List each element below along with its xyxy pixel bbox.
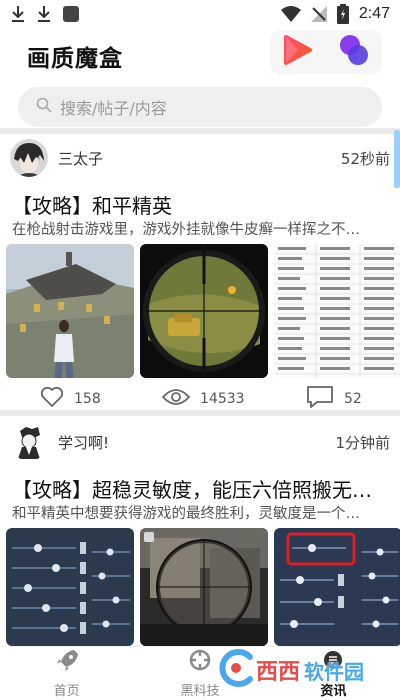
post-card[interactable]: 学习啊! 1分钟前 【攻略】超稳灵敏度，能压六倍照搬无… 和平精英中想要获得游戏… [0,422,400,646]
post-time: 52秒前 [340,149,390,168]
post-image[interactable] [274,244,400,378]
circles-app-icon[interactable] [336,32,372,72]
site-watermark: 西西 软件园 [216,649,396,691]
post-time: 1分钟前 [335,433,390,452]
post-images [6,528,400,646]
post-card[interactable]: 三太子 52秒前 【攻略】和平精英 在枪战射击游戏里，游戏外挂就像牛皮癣一样挥之… [0,138,400,410]
post-image[interactable] [6,528,134,646]
wifi-icon [280,6,301,22]
post-image[interactable] [140,244,268,378]
watermark-text: 西西 [256,660,301,685]
post-image[interactable] [140,528,268,646]
download-icon [10,5,26,23]
post-header: 三太子 52秒前 [10,138,390,178]
tab-label: 首页 [53,684,80,699]
rocket-icon [54,648,80,678]
post-image[interactable] [6,244,134,378]
app-actions [270,30,382,74]
view-count: 14533 [200,391,245,407]
view-stat: 14533 [161,387,245,411]
like-stat[interactable]: 158 [40,386,101,412]
comment-stat[interactable]: 52 [306,385,362,413]
download-icon [36,5,52,23]
search-bar[interactable]: 搜索/帖子/内容 [18,87,382,127]
battery-icon [336,4,349,24]
eye-icon [161,387,191,411]
search-icon [36,97,52,117]
tab-home[interactable]: 首页 [0,647,133,700]
post-summary: 在枪战射击游戏里，游戏外挂就像牛皮癣一样挥之不… [12,222,360,238]
avatar[interactable] [10,139,48,177]
status-bar: 2:47 [0,0,400,28]
app-notification-icon [62,5,80,23]
post-summary: 和平精英中想要获得游戏的最终胜利，灵敏度是一个… [12,506,360,522]
post-image[interactable] [274,528,400,646]
tools-icon [187,648,213,678]
search-placeholder: 搜索/帖子/内容 [60,99,167,118]
author-name[interactable]: 三太子 [58,148,103,169]
no-signal-icon [310,6,327,22]
avatar[interactable] [10,423,48,461]
tab-label: 黑科技 [180,684,220,699]
status-time: 2:47 [358,5,390,22]
comment-count: 52 [344,391,362,407]
post-images [6,244,400,378]
author-name[interactable]: 学习啊! [58,432,109,453]
divider [0,410,400,416]
post-title[interactable]: 【攻略】超稳灵敏度，能压六倍照搬无… [12,474,390,503]
heart-icon [40,386,64,412]
app-title: 画质魔盒 [27,46,123,72]
video-app-icon[interactable] [281,33,315,71]
app-bar: 画质魔盒 [0,28,400,80]
divider [0,128,400,134]
watermark-text: 软件园 [304,659,365,684]
comment-icon [306,385,334,413]
like-count: 158 [74,391,101,407]
watermark-logo-icon [216,649,256,691]
post-title[interactable]: 【攻略】和平精英 [12,190,390,219]
post-header: 学习啊! 1分钟前 [10,422,390,462]
